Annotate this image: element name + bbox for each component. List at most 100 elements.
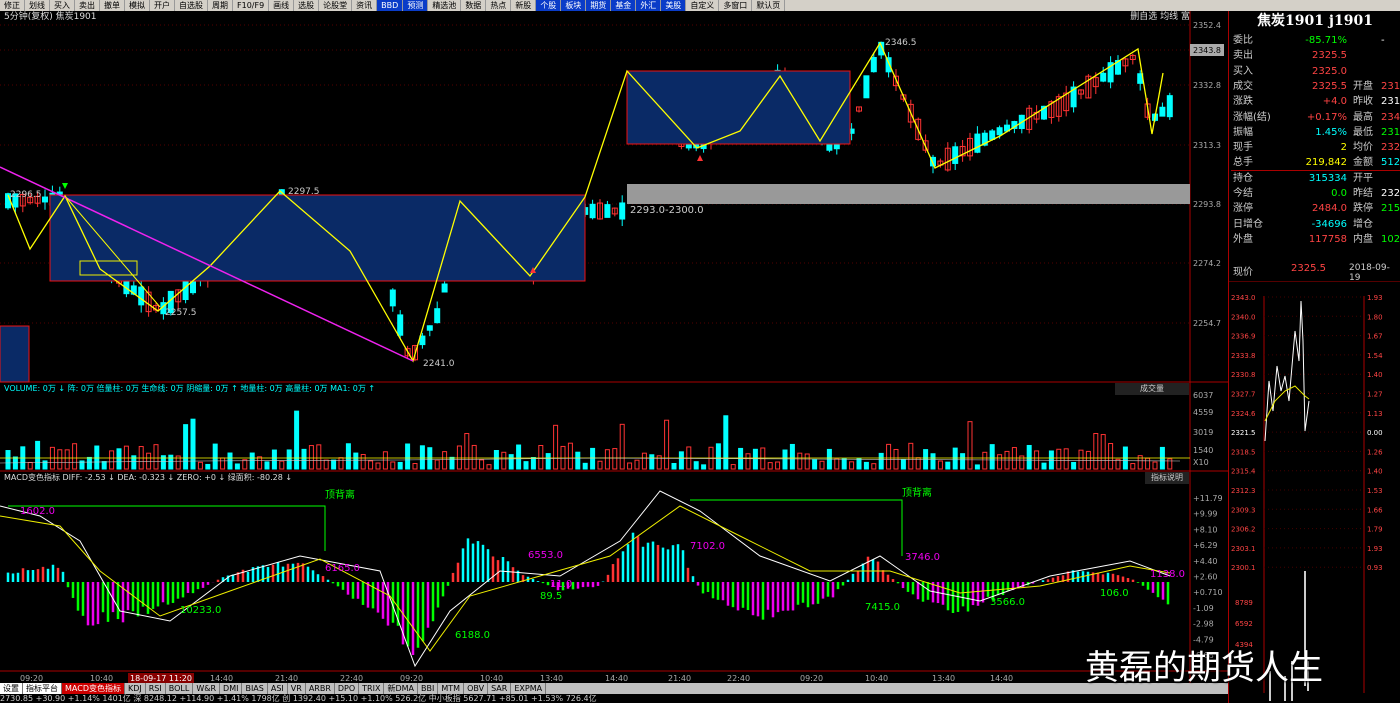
candle-body [589,203,596,219]
volume-bar [804,453,810,470]
indicator-tab[interactable]: OBV [464,683,489,694]
indicator-tab[interactable]: BBI [418,683,439,694]
toolbar-item[interactable]: 周期 [208,0,233,11]
quote-value: 0.0 [1331,188,1347,199]
quote-label: 卖出 [1233,50,1253,62]
indicator-tab[interactable]: 新DMA [384,683,419,694]
candle-body [182,279,189,301]
left-box [0,325,30,383]
toolbar-item[interactable]: 修正 [0,0,25,11]
indicator-tab[interactable]: SAR [488,683,512,694]
mini-right-tick: 1.79 [1367,526,1383,534]
volume-bar [279,460,285,470]
quote-value: -34696 [1311,218,1347,230]
toolbar-item[interactable]: 外汇 [636,0,662,11]
volume-bar [886,443,892,470]
indicator-tab[interactable]: 设置 [0,683,23,694]
volume-bar [508,454,514,470]
quote-row: 委比 -85.71% - [1231,33,1400,48]
indicator-tab[interactable]: TRIX [359,683,385,694]
indicator-tab[interactable]: MACD变色指标 [62,683,125,694]
toolbar-item[interactable]: 板块 [561,0,587,11]
volume-bar [360,454,366,470]
quote-row: 现手 2 均价 232 [1231,140,1400,155]
volume-bar [471,444,477,470]
toolbar-item[interactable]: 美股 [661,0,687,11]
toolbar-item[interactable]: 买入 [50,0,75,11]
toolbar-item[interactable]: 新股 [511,0,537,11]
quote-row: 振幅 1.45% 最低 231 [1231,125,1400,140]
quote-value-2: 232 [1381,142,1400,154]
volume-bar [923,449,929,470]
price-label: 2241.0 [423,359,455,369]
volume-tick-label: X10 [1193,458,1209,467]
indicator-tab[interactable]: EXPMA [511,683,547,694]
toolbar-item[interactable]: 个股 [536,0,562,11]
volume-bar [641,452,647,470]
volume-bar [86,456,92,470]
indicator-tab[interactable]: 指标平台 [23,683,62,694]
indicator-tab[interactable]: VR [288,683,306,694]
volume-bar [989,444,995,470]
macd-value-label: 1138.0 [1150,569,1185,580]
indicator-tab[interactable]: DPO [335,683,360,694]
macd-value-label: 1602.0 [20,506,55,517]
indicator-tab[interactable]: BOLL [166,683,194,694]
indicator-tab[interactable]: W&R [193,683,221,694]
volume-bar [190,418,196,470]
volume-bar [871,463,877,470]
quote-value-2: 1020 [1381,233,1400,245]
toolbar-item[interactable]: 期货 [586,0,612,11]
toolbar-item[interactable]: 开户 [150,0,175,11]
indicator-tab[interactable]: RSI [146,683,166,694]
volume-bar [493,450,499,470]
indicator-tab[interactable]: ASI [268,683,288,694]
indicator-tab[interactable]: ARBR [306,683,335,694]
toolbar-item[interactable]: 撤单 [100,0,125,11]
macd-value-label: 7102.0 [690,541,725,552]
toolbar-item[interactable]: 基金 [611,0,637,11]
toolbar-item[interactable]: 数据 [461,0,487,11]
toolbar-item[interactable]: 资讯 [352,0,378,11]
toolbar-item[interactable]: 选股 [294,0,320,11]
toolbar-item[interactable]: 预测 [403,0,429,11]
toolbar-item[interactable]: 划线 [25,0,50,11]
time-tick-label: 21:40 [668,674,691,683]
volume-bar [841,458,847,470]
top-toolbar: 修正 划线 买入 卖出 撤单 模拟 开户 自选股 周期 F10/F9 画线 选股 论股堂 资讯 BBD 预测精… [0,0,1400,11]
indicator-help-button[interactable]: 指标说明 [1145,472,1189,484]
toolbar-item[interactable]: 多窗口 [719,0,753,11]
volume-type-button[interactable]: 成交量 [1115,383,1189,395]
quote-label: 成交 [1233,80,1253,92]
indicator-tab[interactable]: MTM [438,683,465,694]
volume-bar [745,453,751,470]
toolbar-item[interactable]: 热点 [486,0,512,11]
toolbar-item[interactable]: BBD [377,0,404,11]
candle-body [989,130,996,140]
toolbar-item[interactable]: 模拟 [125,0,150,11]
volume-bar [405,443,411,470]
toolbar-item[interactable]: 论股堂 [319,0,353,11]
toolbar-item[interactable]: 卖出 [75,0,100,11]
volume-bar [967,421,973,470]
toolbar-item[interactable]: 默认页 [752,0,786,11]
volume-bar [863,461,869,470]
toolbar-item[interactable]: 精选池 [428,0,462,11]
quote-date: 2018-09-19 [1349,263,1390,283]
quote-row: 买入 2325.0 [1231,64,1400,79]
toolbar-item[interactable]: 画线 [269,0,295,11]
macd-value-label: 3566.0 [990,597,1025,608]
candle-body [441,283,448,293]
price-label: 2293.0-2300.0 [630,205,704,216]
volume-bar [390,461,396,470]
indicator-tab[interactable]: KDJ [125,683,146,694]
volume-bar [693,461,699,470]
indicator-tab[interactable]: BIAS [242,683,268,694]
toolbar-item[interactable]: F10/F9 [233,0,270,11]
toolbar-item[interactable]: 自定义 [686,0,720,11]
indicator-tab[interactable]: DMI [220,683,243,694]
mini-left-tick: 2303.1 [1231,545,1256,553]
time-tick-label: 09:20 [800,674,823,683]
volume-bar [789,443,795,470]
toolbar-item[interactable]: 自选股 [175,0,208,11]
